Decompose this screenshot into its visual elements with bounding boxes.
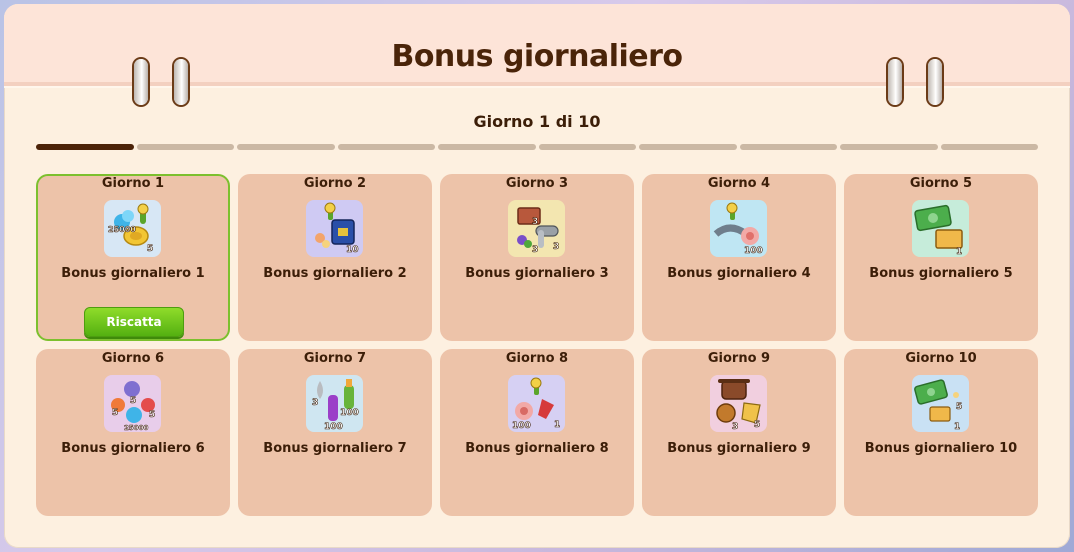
gems-coins-key-icon: 25000 5: [104, 200, 161, 257]
card-day-label: Giorno 3: [505, 176, 569, 191]
badge-text: 1: [956, 247, 962, 257]
card-day-label: Giorno 5: [909, 176, 973, 191]
progress-segment: [639, 144, 737, 150]
card-label: Bonus giornaliero 9: [667, 441, 811, 456]
potions-drop-icon: 3 100 100: [306, 375, 363, 432]
progress-segment: [438, 144, 536, 150]
badge-text: 1: [954, 422, 960, 432]
progress-segment: [337, 144, 435, 150]
card-day-label: Giorno 10: [905, 351, 977, 366]
progress-bar: [36, 144, 1038, 150]
cash-ticket-icon: 5 1: [912, 375, 969, 432]
reward-card-day-9[interactable]: Giorno 9 3 5 Bonus giornaliero 9: [642, 349, 836, 516]
cash-ticket-icon: 1: [912, 200, 969, 257]
badge-text: 5: [112, 408, 118, 418]
progress-segment: [136, 144, 234, 150]
badge-text: 100: [744, 246, 763, 256]
key-pipe-flower-icon: 100: [710, 200, 767, 257]
card-day-label: Giorno 6: [101, 351, 165, 366]
reward-card-day-5[interactable]: Giorno 5 1 Bonus giornaliero 5: [844, 174, 1038, 341]
reward-card-day-7[interactable]: Giorno 7 3 100 100 Bonus giornaliero 7: [238, 349, 432, 516]
reward-card-day-6[interactable]: Giorno 6 5 5 5 25000 Bonus giornaliero 6: [36, 349, 230, 516]
card-label: Bonus giornaliero 5: [869, 266, 1013, 281]
card-day-label: Giorno 2: [303, 176, 367, 191]
badge-text: 5: [147, 244, 153, 254]
card-label: Bonus giornaliero 8: [465, 441, 609, 456]
badge-text: 1: [554, 420, 560, 430]
badge-text: 5: [130, 396, 136, 406]
card-label: Bonus giornaliero 4: [667, 266, 811, 281]
card-label: Bonus giornaliero 6: [61, 441, 205, 456]
progress-segment: [36, 144, 134, 150]
bricks-pipes-icon: 3 3 3: [508, 200, 565, 257]
badge-text: 5: [956, 402, 962, 412]
card-label: Bonus giornaliero 2: [263, 266, 407, 281]
card-day-label: Giorno 8: [505, 351, 569, 366]
badge-text: 3: [553, 242, 559, 252]
card-day-label: Giorno 7: [303, 351, 367, 366]
badge-text: 100: [340, 408, 359, 418]
reward-card-day-4[interactable]: Giorno 4 100 Bonus giornaliero 4: [642, 174, 836, 341]
badge-text: 3: [532, 217, 538, 227]
progress-segment: [237, 144, 335, 150]
badge-text: 3: [732, 422, 738, 432]
badge-text: 5: [754, 420, 760, 430]
badge-text: 10: [346, 245, 359, 255]
card-label: Bonus giornaliero 10: [864, 441, 1018, 456]
card-day-label: Giorno 4: [707, 176, 771, 191]
reward-card-day-2[interactable]: Giorno 2 10 Bonus giornaliero 2: [238, 174, 432, 341]
badge-text: 100: [512, 421, 531, 431]
reward-card-day-1[interactable]: Giorno 1 25000 5 Bonus giornaliero 1 Ris…: [36, 174, 230, 341]
card-label: Bonus giornaliero 1: [61, 266, 205, 281]
page-title: Bonus giornaliero: [391, 39, 683, 74]
flowers-gems-icon: 5 5 5 25000: [104, 375, 161, 432]
reward-card-day-3[interactable]: Giorno 3 3 3 3 Bonus giornaliero 3: [440, 174, 634, 341]
card-day-label: Giorno 9: [707, 351, 771, 366]
badge-text: 3: [312, 398, 318, 408]
card-label: Bonus giornaliero 7: [263, 441, 407, 456]
key-shell-flower-icon: 100 1: [508, 375, 565, 432]
pot-bread-map-icon: 3 5: [710, 375, 767, 432]
day-counter: Giorno 1 di 10: [473, 112, 601, 131]
badge-text: 25000: [124, 424, 148, 432]
reward-card-day-8[interactable]: Giorno 8 100 1 Bonus giornaliero 8: [440, 349, 634, 516]
daily-bonus-panel: Bonus giornaliero Giorno 1 di 10 Giorno …: [4, 4, 1070, 548]
progress-segment: [739, 144, 837, 150]
badge-text: 100: [324, 422, 343, 432]
claim-button[interactable]: Riscatta: [84, 307, 184, 337]
key-flowers-box-icon: 10: [306, 200, 363, 257]
reward-card-day-10[interactable]: Giorno 10 5 1 Bonus giornaliero 10: [844, 349, 1038, 516]
reward-grid: Giorno 1 25000 5 Bonus giornaliero 1 Ris…: [36, 174, 1038, 516]
card-label: Bonus giornaliero 3: [465, 266, 609, 281]
badge-text: 25000: [108, 225, 136, 234]
progress-segment: [940, 144, 1038, 150]
progress-segment: [840, 144, 938, 150]
badge-text: 5: [149, 410, 155, 420]
card-day-label: Giorno 1: [101, 176, 165, 191]
badge-text: 3: [532, 245, 538, 255]
progress-segment: [538, 144, 636, 150]
